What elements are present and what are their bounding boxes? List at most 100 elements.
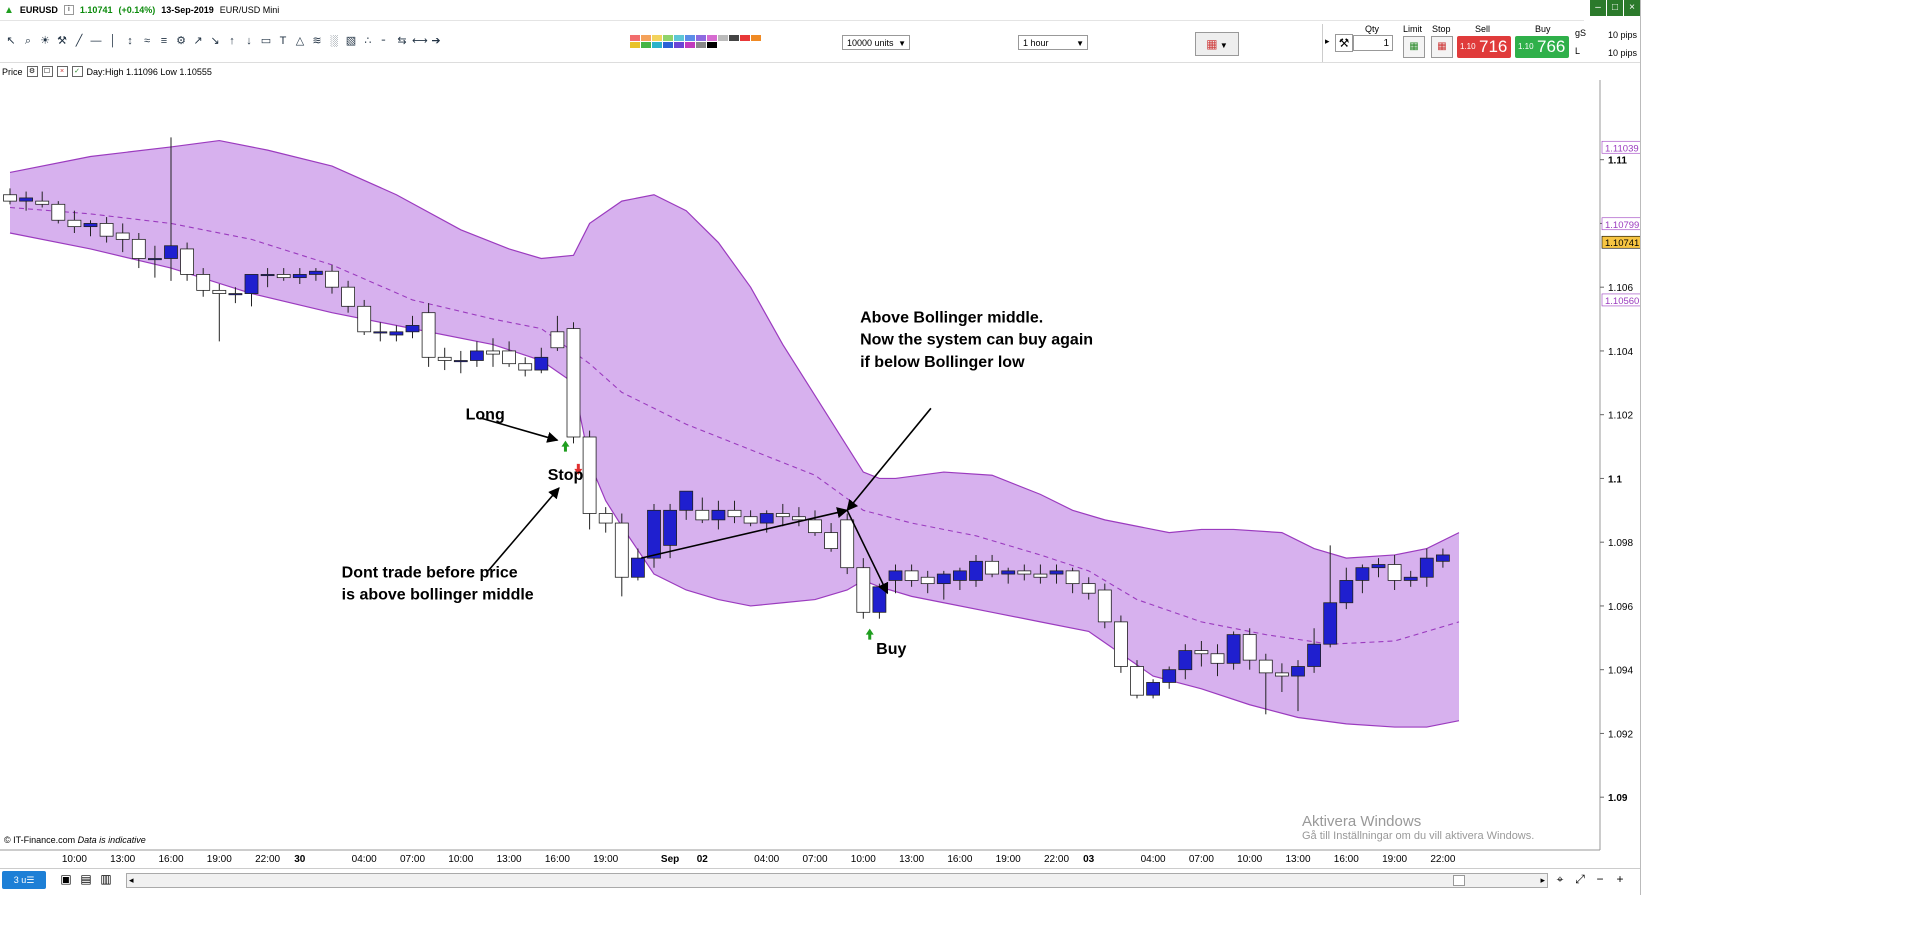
color-swatch[interactable] xyxy=(630,42,640,48)
candle[interactable] xyxy=(164,245,178,259)
candle[interactable] xyxy=(1146,682,1160,696)
drawing-tool-icon[interactable]: — xyxy=(89,34,103,48)
color-swatch[interactable] xyxy=(674,42,684,48)
candle[interactable] xyxy=(1371,564,1386,569)
candle[interactable] xyxy=(51,203,66,221)
candle[interactable] xyxy=(1097,589,1112,623)
drawing-tool-icon[interactable]: ╱ xyxy=(72,34,86,48)
candle[interactable] xyxy=(469,350,484,361)
candle[interactable] xyxy=(228,293,243,296)
candle[interactable] xyxy=(856,567,871,613)
ticket-arrow-icon[interactable]: ▸ xyxy=(1325,36,1330,47)
candle[interactable] xyxy=(598,513,613,524)
color-swatch[interactable] xyxy=(652,35,662,41)
crosshair-icon[interactable]: ⌖ xyxy=(1552,871,1568,887)
units-select[interactable]: 10000 units ▼ xyxy=(842,35,910,50)
candle[interactable] xyxy=(212,289,227,294)
drawing-tool-icon[interactable]: │ xyxy=(106,34,120,48)
l-checkbox-label[interactable]: L xyxy=(1575,46,1580,56)
candle[interactable] xyxy=(244,274,259,294)
candle[interactable] xyxy=(550,331,565,349)
candle[interactable] xyxy=(1307,643,1321,667)
candle[interactable] xyxy=(325,270,339,288)
candle[interactable] xyxy=(582,436,597,514)
candle[interactable] xyxy=(180,248,195,275)
candle[interactable] xyxy=(775,513,790,518)
candle[interactable] xyxy=(566,328,581,438)
candle[interactable] xyxy=(67,219,82,228)
candle[interactable] xyxy=(759,513,774,524)
candle[interactable] xyxy=(1049,570,1064,575)
gs-checkbox-label[interactable]: gS xyxy=(1575,28,1586,38)
candle[interactable] xyxy=(1130,666,1144,696)
candle[interactable] xyxy=(276,274,291,279)
drawing-tool-icon[interactable]: ⌕ xyxy=(21,34,35,48)
candle[interactable] xyxy=(936,573,951,585)
color-swatch[interactable] xyxy=(696,42,706,48)
candle[interactable] xyxy=(83,223,98,228)
sell-button[interactable]: 1.10 716 xyxy=(1457,36,1511,58)
grid-icon[interactable]: ▤ xyxy=(78,871,94,887)
candle[interactable] xyxy=(389,331,404,336)
candle[interactable] xyxy=(421,312,436,358)
candle[interactable] xyxy=(1291,666,1305,677)
color-swatch[interactable] xyxy=(740,35,750,41)
color-swatch[interactable] xyxy=(707,35,717,41)
candle[interactable] xyxy=(1194,650,1209,655)
drawing-tool-icon[interactable]: ⚒ xyxy=(55,34,69,48)
drawing-tool-icon[interactable]: ≡ xyxy=(157,34,171,48)
candle[interactable] xyxy=(663,509,677,546)
drawing-tool-icon[interactable]: ≈ xyxy=(140,34,154,48)
drawing-tool-icon[interactable]: ▭ xyxy=(259,34,273,48)
drawing-tool-icon[interactable]: ↕ xyxy=(123,34,137,48)
scroll-thumb[interactable] xyxy=(1453,875,1465,886)
candle[interactable] xyxy=(1323,602,1338,645)
candle[interactable] xyxy=(502,350,517,365)
candle[interactable] xyxy=(1017,570,1032,575)
candle[interactable] xyxy=(292,274,307,279)
candle[interactable] xyxy=(1275,672,1289,677)
color-swatch[interactable] xyxy=(685,35,695,41)
candle[interactable] xyxy=(437,356,452,361)
drawing-tool-icon[interactable]: ⚙ xyxy=(174,34,188,48)
candle[interactable] xyxy=(953,570,967,581)
candle[interactable] xyxy=(35,200,50,205)
candle[interactable] xyxy=(1436,554,1450,562)
drawing-tool-icon[interactable]: ∴ xyxy=(361,34,375,48)
drawing-tool-icon[interactable]: ╴ xyxy=(378,34,392,48)
lock-icon[interactable]: ☐ xyxy=(41,66,53,77)
maximize-icon[interactable]: □ xyxy=(1607,0,1623,16)
drawing-tool-icon[interactable]: ⟷ xyxy=(412,34,428,48)
limit-button[interactable]: ▦ xyxy=(1403,36,1425,58)
color-swatch[interactable] xyxy=(652,42,662,48)
candle[interactable] xyxy=(824,532,838,549)
candle[interactable] xyxy=(840,519,855,569)
candle[interactable] xyxy=(614,522,629,578)
candle[interactable] xyxy=(405,325,420,333)
drawing-tool-icon[interactable]: ≋ xyxy=(310,34,324,48)
drawing-tool-icon[interactable]: ↗ xyxy=(191,34,205,48)
candle[interactable] xyxy=(19,197,34,202)
qty-input[interactable]: 1 xyxy=(1353,35,1393,51)
candle[interactable] xyxy=(1403,576,1418,581)
pips-bottom[interactable]: 10 pips xyxy=(1608,48,1637,58)
candle[interactable] xyxy=(373,331,388,334)
color-swatch[interactable] xyxy=(641,35,651,41)
chart-type-button[interactable]: ▦ ▼ xyxy=(1195,32,1239,56)
drawing-tool-icon[interactable]: ➔ xyxy=(429,34,443,48)
candle[interactable] xyxy=(1001,570,1016,575)
info-icon[interactable]: i xyxy=(63,5,74,15)
candle[interactable] xyxy=(1210,653,1225,664)
panel-icon[interactable]: ▣ xyxy=(58,871,74,887)
candle[interactable] xyxy=(631,557,645,578)
candle[interactable] xyxy=(486,350,500,355)
buy-button[interactable]: 1.10 766 xyxy=(1515,36,1569,58)
minimize-icon[interactable]: – xyxy=(1590,0,1606,16)
drawing-tool-icon[interactable]: ☀ xyxy=(38,34,52,48)
drawing-tool-icon[interactable]: ↑ xyxy=(225,34,239,48)
color-swatch[interactable] xyxy=(674,35,684,41)
candle[interactable] xyxy=(1065,570,1080,585)
pips-top[interactable]: 10 pips xyxy=(1608,30,1637,40)
candle[interactable] xyxy=(3,194,17,202)
close-icon[interactable]: × xyxy=(1624,0,1640,16)
